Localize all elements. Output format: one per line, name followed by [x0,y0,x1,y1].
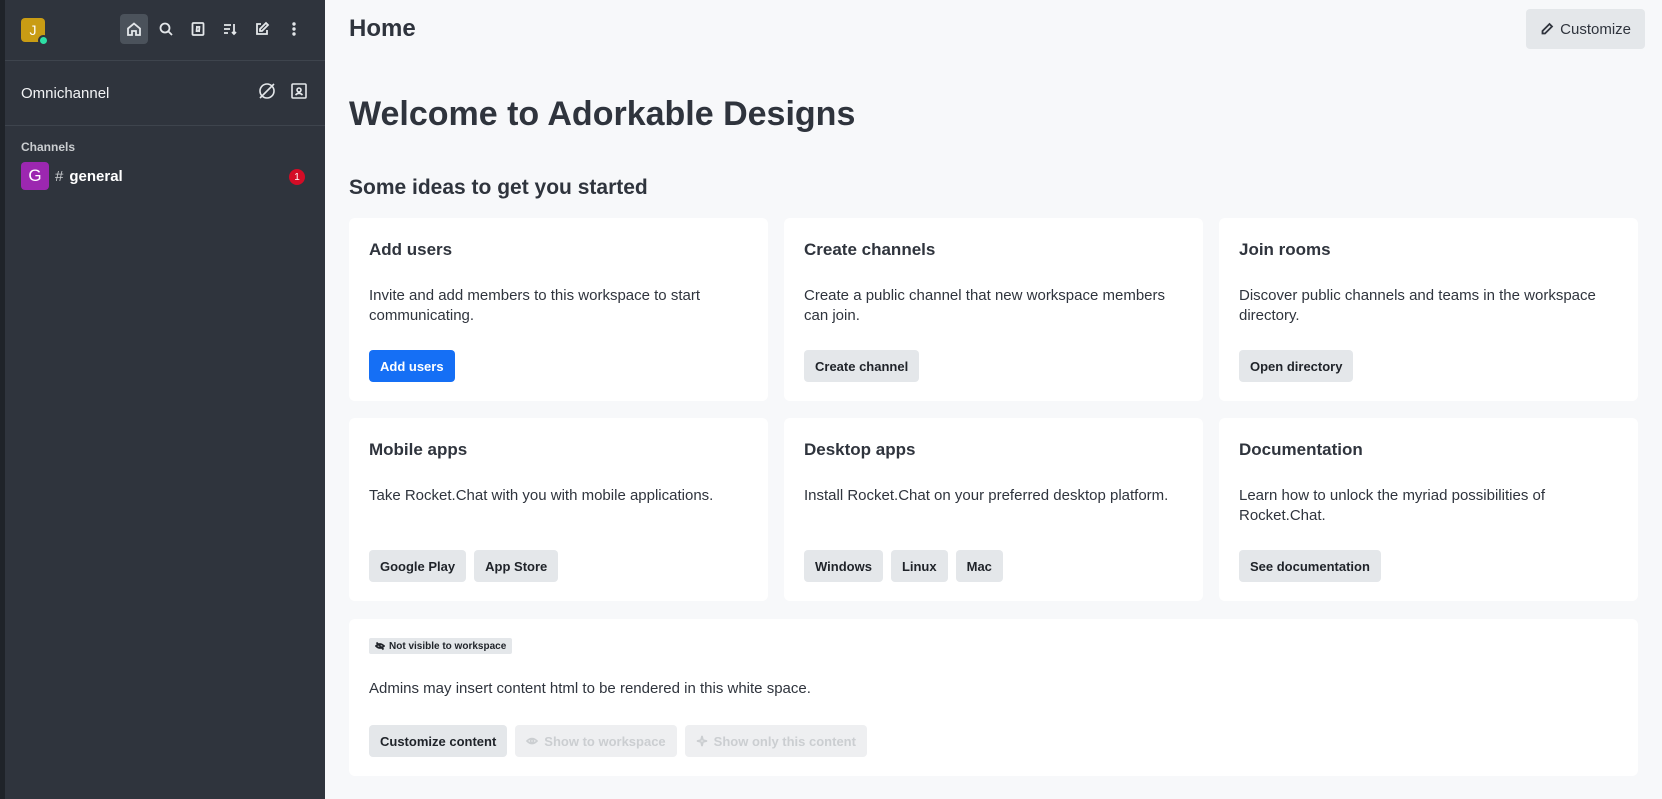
card-description: Invite and add members to this workspace… [369,287,700,324]
user-avatar-initial: J [29,22,37,38]
visibility-tag: Not visible to workspace [369,638,513,654]
card-actions: See documentation [1239,550,1381,582]
show-to-workspace-label: Show to workspace [544,733,666,749]
room-avatar: G [21,162,49,190]
user-avatar[interactable]: J [21,18,49,46]
open-directory-button[interactable]: Open directory [1239,350,1354,382]
show-to-workspace-button[interactable]: Show to workspace [515,725,677,757]
card-join-rooms: Join rooms Discover public channels and … [1219,218,1638,401]
custom-content-box: Not visible to workspace Admins may inse… [349,619,1638,776]
card-actions: Create channel [804,350,920,382]
custom-content-text: Admins may insert content html to be ren… [369,680,811,697]
card-documentation: Documentation Learn how to unlock the my… [1219,418,1638,601]
agent-status-icon[interactable] [257,81,277,101]
card-description: Take Rocket.Chat with you with mobile ap… [369,487,714,504]
main-content: Home Customize Welcome to Adorkable Desi… [325,0,1662,799]
directory-button[interactable] [184,14,212,44]
create-channel-button[interactable]: Create channel [804,350,920,382]
home-button[interactable] [120,14,148,44]
welcome-heading: Welcome to Adorkable Designs [349,95,856,133]
card-title: Desktop apps [804,440,916,459]
card-title: Join rooms [1239,240,1331,259]
sidebar-header: J [5,0,325,60]
sidebar-toolbar [120,14,312,44]
ideas-heading: Some ideas to get you started [349,176,648,199]
eye-off-icon [375,641,385,651]
card-description: Create a public channel that new workspa… [804,287,1166,324]
hash-icon: # [55,167,64,185]
eye-icon [526,737,539,745]
card-create-channels: Create channels Create a public channel … [784,218,1203,401]
omnichannel-label: Omnichannel [21,84,110,102]
card-actions: Open directory [1239,350,1354,382]
customize-label: Customize [1560,20,1631,38]
card-title: Mobile apps [369,440,468,459]
sort-button[interactable] [216,14,244,44]
card-title: Add users [369,240,453,259]
page-header: Home Customize [325,0,1662,58]
create-new-button[interactable] [248,14,276,44]
custom-content-actions: Customize content Show to workspace Show… [369,725,867,757]
room-item-general[interactable]: G # general 1 [5,160,325,192]
card-description: Learn how to unlock the myriad possibili… [1239,487,1545,524]
online-status-indicator [38,35,49,46]
omnichannel-actions [257,81,309,101]
card-actions: Add users [369,350,455,382]
sort-icon [224,24,237,36]
windows-button[interactable]: Windows [804,550,883,582]
card-description: Install Rocket.Chat on your preferred de… [804,487,1169,504]
add-users-button[interactable]: Add users [369,350,455,382]
card-add-users: Add users Invite and add members to this… [349,218,768,401]
search-button[interactable] [152,14,180,44]
show-only-this-content-label: Show only this content [713,733,856,749]
google-play-button[interactable]: Google Play [369,550,467,582]
contact-center-icon[interactable] [289,81,309,101]
card-desktop-apps: Desktop apps Install Rocket.Chat on your… [784,418,1203,601]
pencil-square-icon [256,21,270,35]
visibility-tag-label: Not visible to workspace [389,640,507,652]
directory-icon [191,22,205,36]
room-name: general [69,167,123,185]
sparkle-icon [696,735,707,747]
card-title: Create channels [804,240,936,259]
mac-button[interactable]: Mac [955,550,1003,582]
search-icon [159,22,173,36]
room-avatar-initial: G [28,166,42,185]
omnichannel-section: Omnichannel [5,61,325,125]
app-store-button[interactable]: App Store [474,550,559,582]
page-title: Home [349,15,416,42]
customize-content-button[interactable]: Customize content [369,725,508,757]
show-only-this-content-button[interactable]: Show only this content [684,725,867,757]
customize-button[interactable]: Customize [1526,9,1645,49]
home-icon [127,22,141,36]
card-mobile-apps: Mobile apps Take Rocket.Chat with you wi… [349,418,768,601]
see-documentation-button[interactable]: See documentation [1239,550,1381,582]
unread-badge: 1 [289,169,305,185]
linux-button[interactable]: Linux [890,550,948,582]
channels-section-title: Channels [21,140,76,154]
card-actions: Windows Linux Mac [804,550,1003,582]
pencil-icon [1541,22,1554,35]
more-options-button[interactable] [280,14,308,44]
card-actions: Google Play App Store [369,550,559,582]
sidebar: J Omnichannel Channels G # general 1 [5,0,325,799]
kebab-menu-icon [292,22,296,36]
card-title: Documentation [1239,440,1363,459]
card-description: Discover public channels and teams in th… [1239,287,1596,324]
